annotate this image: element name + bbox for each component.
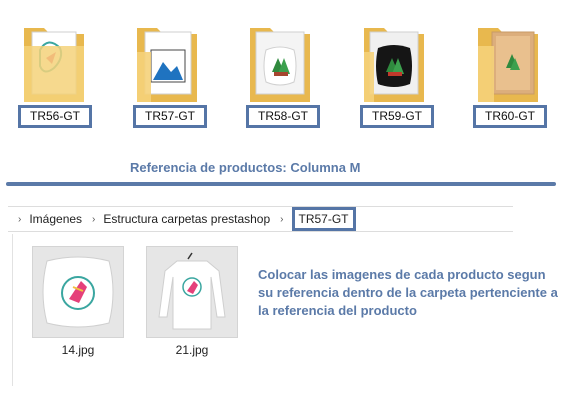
chevron-right-icon[interactable]: ›: [18, 214, 21, 225]
chevron-right-icon[interactable]: ›: [280, 214, 283, 225]
breadcrumb-item-estructura[interactable]: Estructura carpetas prestashop: [103, 212, 270, 226]
section-caption: Referencia de productos: Columna M: [130, 160, 361, 175]
instructions-text: Colocar las imagenes de cada producto se…: [258, 267, 558, 318]
pane-divider: [12, 234, 13, 386]
folder-label-tr56[interactable]: TR56-GT: [18, 105, 92, 128]
folder-icon-tr58[interactable]: [248, 22, 312, 104]
section-divider: [6, 182, 556, 186]
file-thumbnail-cushion[interactable]: [32, 246, 124, 338]
folder-label-tr57[interactable]: TR57-GT: [133, 105, 207, 128]
chevron-right-icon[interactable]: ›: [92, 214, 95, 225]
file-name-21[interactable]: 21.jpg: [146, 343, 238, 357]
file-name-14[interactable]: 14.jpg: [32, 343, 124, 357]
breadcrumb-item-current[interactable]: TR57-GT: [291, 207, 356, 231]
breadcrumb-item-imagenes[interactable]: Imágenes: [29, 212, 82, 226]
breadcrumb: › Imágenes › Estructura carpetas prestas…: [8, 206, 513, 232]
folder-label-tr59[interactable]: TR59-GT: [360, 105, 434, 128]
folder-icon-tr57[interactable]: [135, 22, 199, 104]
folder-icon-tr59[interactable]: [362, 22, 426, 104]
folder-icon-tr60[interactable]: [476, 22, 540, 104]
folder-label-tr58[interactable]: TR58-GT: [246, 105, 320, 128]
folder-label-tr60[interactable]: TR60-GT: [473, 105, 547, 128]
folder-icon-tr56[interactable]: [22, 22, 86, 104]
file-thumbnail-shirt[interactable]: [146, 246, 238, 338]
